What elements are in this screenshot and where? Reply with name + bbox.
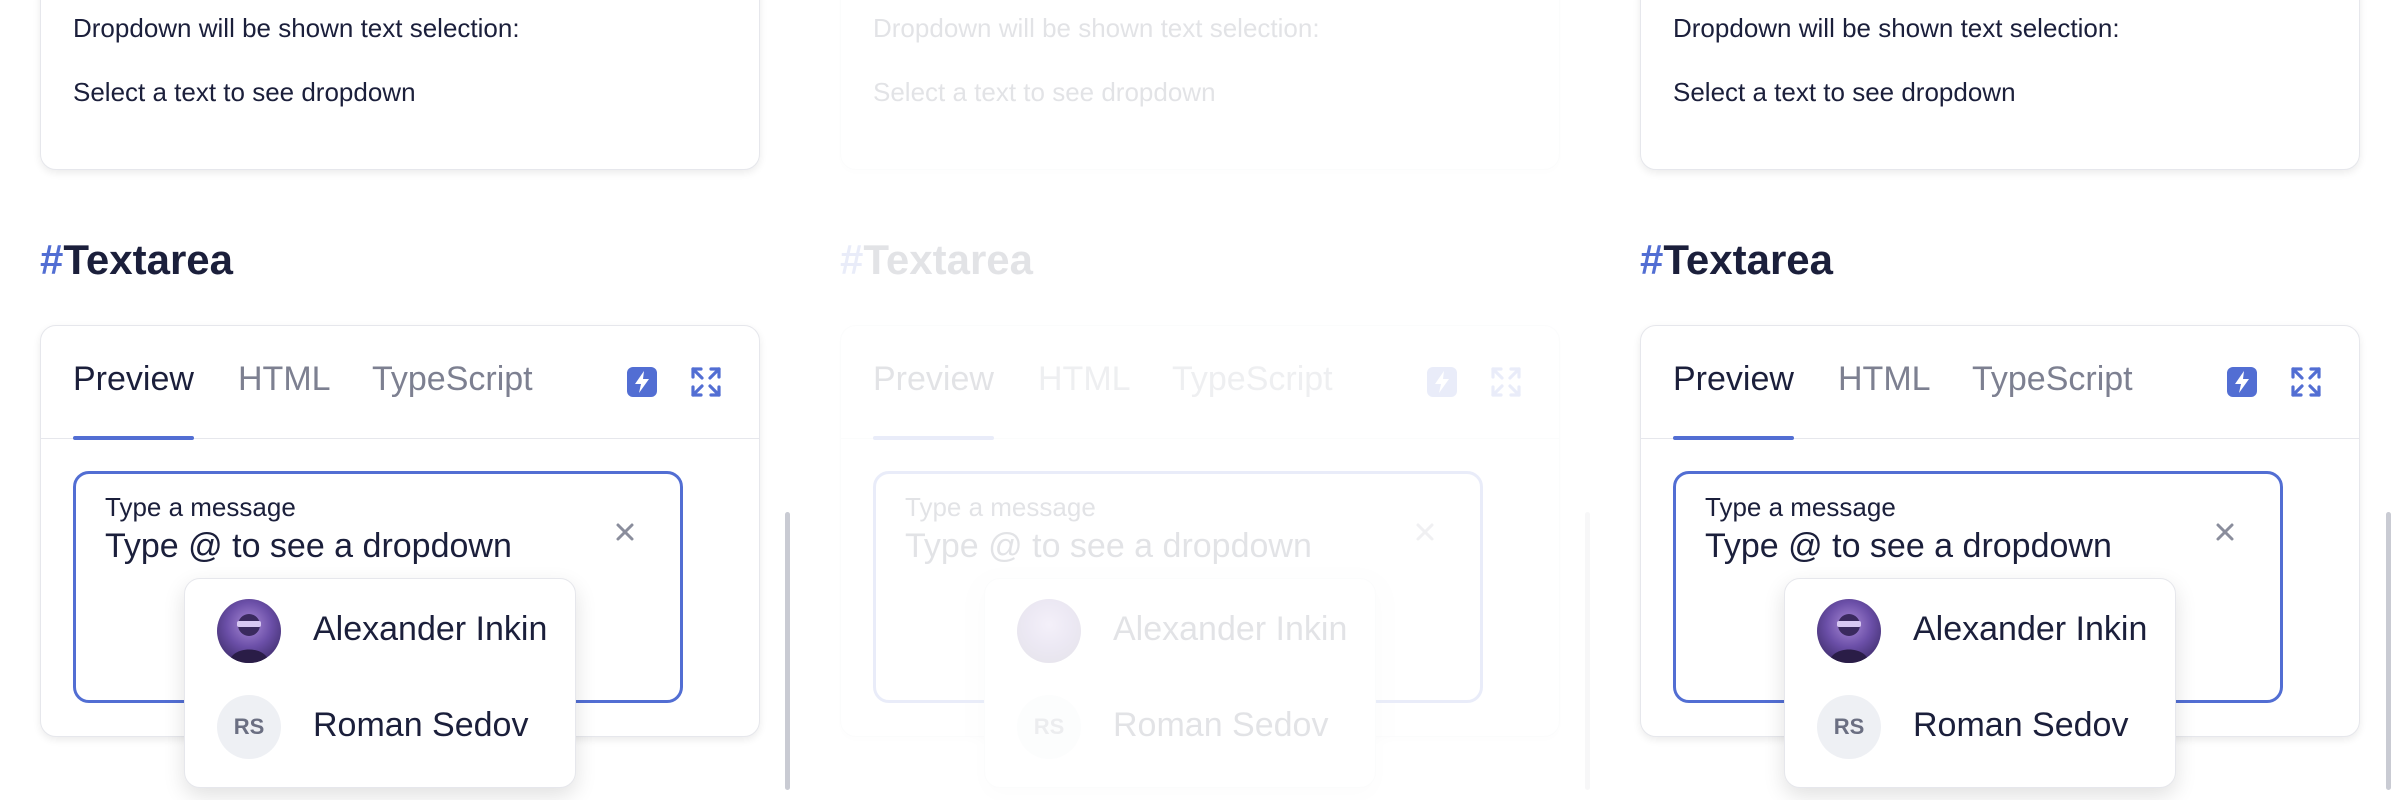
page: Dropdown will be shown text selection: S… bbox=[0, 0, 2400, 800]
demo-tabs: Preview HTML TypeScript bbox=[41, 326, 759, 440]
selection-hint[interactable]: Select a text to see dropdown bbox=[1673, 77, 2016, 108]
panel-1: Dropdown will be shown text selection: S… bbox=[40, 0, 800, 800]
panel-2: Dropdown will be shown text selection: S… bbox=[840, 0, 1600, 800]
tab-typescript[interactable]: TypeScript bbox=[372, 360, 533, 438]
textarea-label: Type a message bbox=[905, 492, 1096, 522]
text-selection-card: Dropdown will be shown text selection: S… bbox=[840, 0, 1560, 170]
selection-description: Dropdown will be shown text selection: bbox=[1673, 13, 2120, 43]
scrollbar[interactable] bbox=[785, 512, 790, 790]
dropdown-option[interactable]: Alexander Inkin bbox=[1785, 583, 2175, 679]
avatar: RS bbox=[1817, 695, 1881, 759]
dropdown-option[interactable]: RS Roman Sedov bbox=[1785, 679, 2175, 775]
option-name: Roman Sedov bbox=[1913, 706, 2129, 744]
selection-description: Dropdown will be shown text selection: bbox=[873, 13, 1320, 43]
section-title: Textarea bbox=[863, 236, 1034, 283]
section-heading[interactable]: #Textarea bbox=[840, 236, 1033, 284]
tab-preview[interactable]: Preview bbox=[873, 360, 994, 440]
dropdown-option[interactable]: Alexander Inkin bbox=[185, 583, 575, 679]
expand-icon[interactable] bbox=[1490, 366, 1522, 398]
flash-icon[interactable] bbox=[2226, 366, 2258, 398]
avatar bbox=[217, 599, 281, 663]
tab-typescript[interactable]: TypeScript bbox=[1972, 360, 2133, 438]
dropdown-option[interactable]: Alexander Inkin bbox=[985, 583, 1375, 679]
option-name: Alexander Inkin bbox=[1113, 610, 1348, 648]
close-icon[interactable] bbox=[609, 516, 641, 548]
text-selection-card: Dropdown will be shown text selection: S… bbox=[1640, 0, 2360, 170]
panel-3: Dropdown will be shown text selection: S… bbox=[1640, 0, 2400, 800]
scrollbar[interactable] bbox=[1585, 512, 1590, 790]
tab-html[interactable]: HTML bbox=[1038, 360, 1131, 438]
flash-icon[interactable] bbox=[1426, 366, 1458, 398]
dropdown-option[interactable]: RS Roman Sedov bbox=[185, 679, 575, 775]
close-icon[interactable] bbox=[1409, 516, 1441, 548]
expand-icon[interactable] bbox=[2290, 366, 2322, 398]
option-name: Alexander Inkin bbox=[313, 610, 548, 648]
scrollbar[interactable] bbox=[2386, 512, 2391, 790]
mention-dropdown: Alexander Inkin RS Roman Sedov bbox=[984, 578, 1376, 788]
section-title: Textarea bbox=[63, 236, 234, 283]
textarea-label: Type a message bbox=[1705, 492, 1896, 522]
tab-html[interactable]: HTML bbox=[238, 360, 331, 438]
section-heading[interactable]: #Textarea bbox=[40, 236, 233, 284]
avatar: RS bbox=[1017, 695, 1081, 759]
dropdown-option[interactable]: RS Roman Sedov bbox=[985, 679, 1375, 775]
selection-hint[interactable]: Select a text to see dropdown bbox=[873, 77, 1216, 108]
section-heading[interactable]: #Textarea bbox=[1640, 236, 1833, 284]
textarea-label: Type a message bbox=[105, 492, 296, 522]
avatar bbox=[1017, 599, 1081, 663]
avatar: RS bbox=[217, 695, 281, 759]
selection-hint[interactable]: Select a text to see dropdown bbox=[73, 77, 416, 108]
option-name: Alexander Inkin bbox=[1913, 610, 2148, 648]
text-selection-card: Dropdown will be shown text selection: S… bbox=[40, 0, 760, 170]
anchor-hash[interactable]: # bbox=[1640, 236, 1663, 283]
section-title: Textarea bbox=[1663, 236, 1834, 283]
tab-typescript[interactable]: TypeScript bbox=[1172, 360, 1333, 438]
demo-tabs: Preview HTML TypeScript bbox=[1641, 326, 2359, 440]
tab-preview[interactable]: Preview bbox=[1673, 360, 1794, 440]
avatar bbox=[1817, 599, 1881, 663]
tab-html[interactable]: HTML bbox=[1838, 360, 1931, 438]
close-icon[interactable] bbox=[2209, 516, 2241, 548]
mention-dropdown: Alexander Inkin RS Roman Sedov bbox=[1784, 578, 2176, 788]
flash-icon[interactable] bbox=[626, 366, 658, 398]
option-name: Roman Sedov bbox=[1113, 706, 1329, 744]
textarea-value[interactable]: Type @ to see a dropdown bbox=[1705, 527, 2112, 566]
anchor-hash[interactable]: # bbox=[40, 236, 63, 283]
option-name: Roman Sedov bbox=[313, 706, 529, 744]
textarea-value[interactable]: Type @ to see a dropdown bbox=[105, 527, 512, 566]
demo-tabs: Preview HTML TypeScript bbox=[841, 326, 1559, 440]
tab-preview[interactable]: Preview bbox=[73, 360, 194, 440]
expand-icon[interactable] bbox=[690, 366, 722, 398]
textarea-value[interactable]: Type @ to see a dropdown bbox=[905, 527, 1312, 566]
mention-dropdown: Alexander Inkin RS Roman Sedov bbox=[184, 578, 576, 788]
selection-description: Dropdown will be shown text selection: bbox=[73, 13, 520, 43]
anchor-hash[interactable]: # bbox=[840, 236, 863, 283]
